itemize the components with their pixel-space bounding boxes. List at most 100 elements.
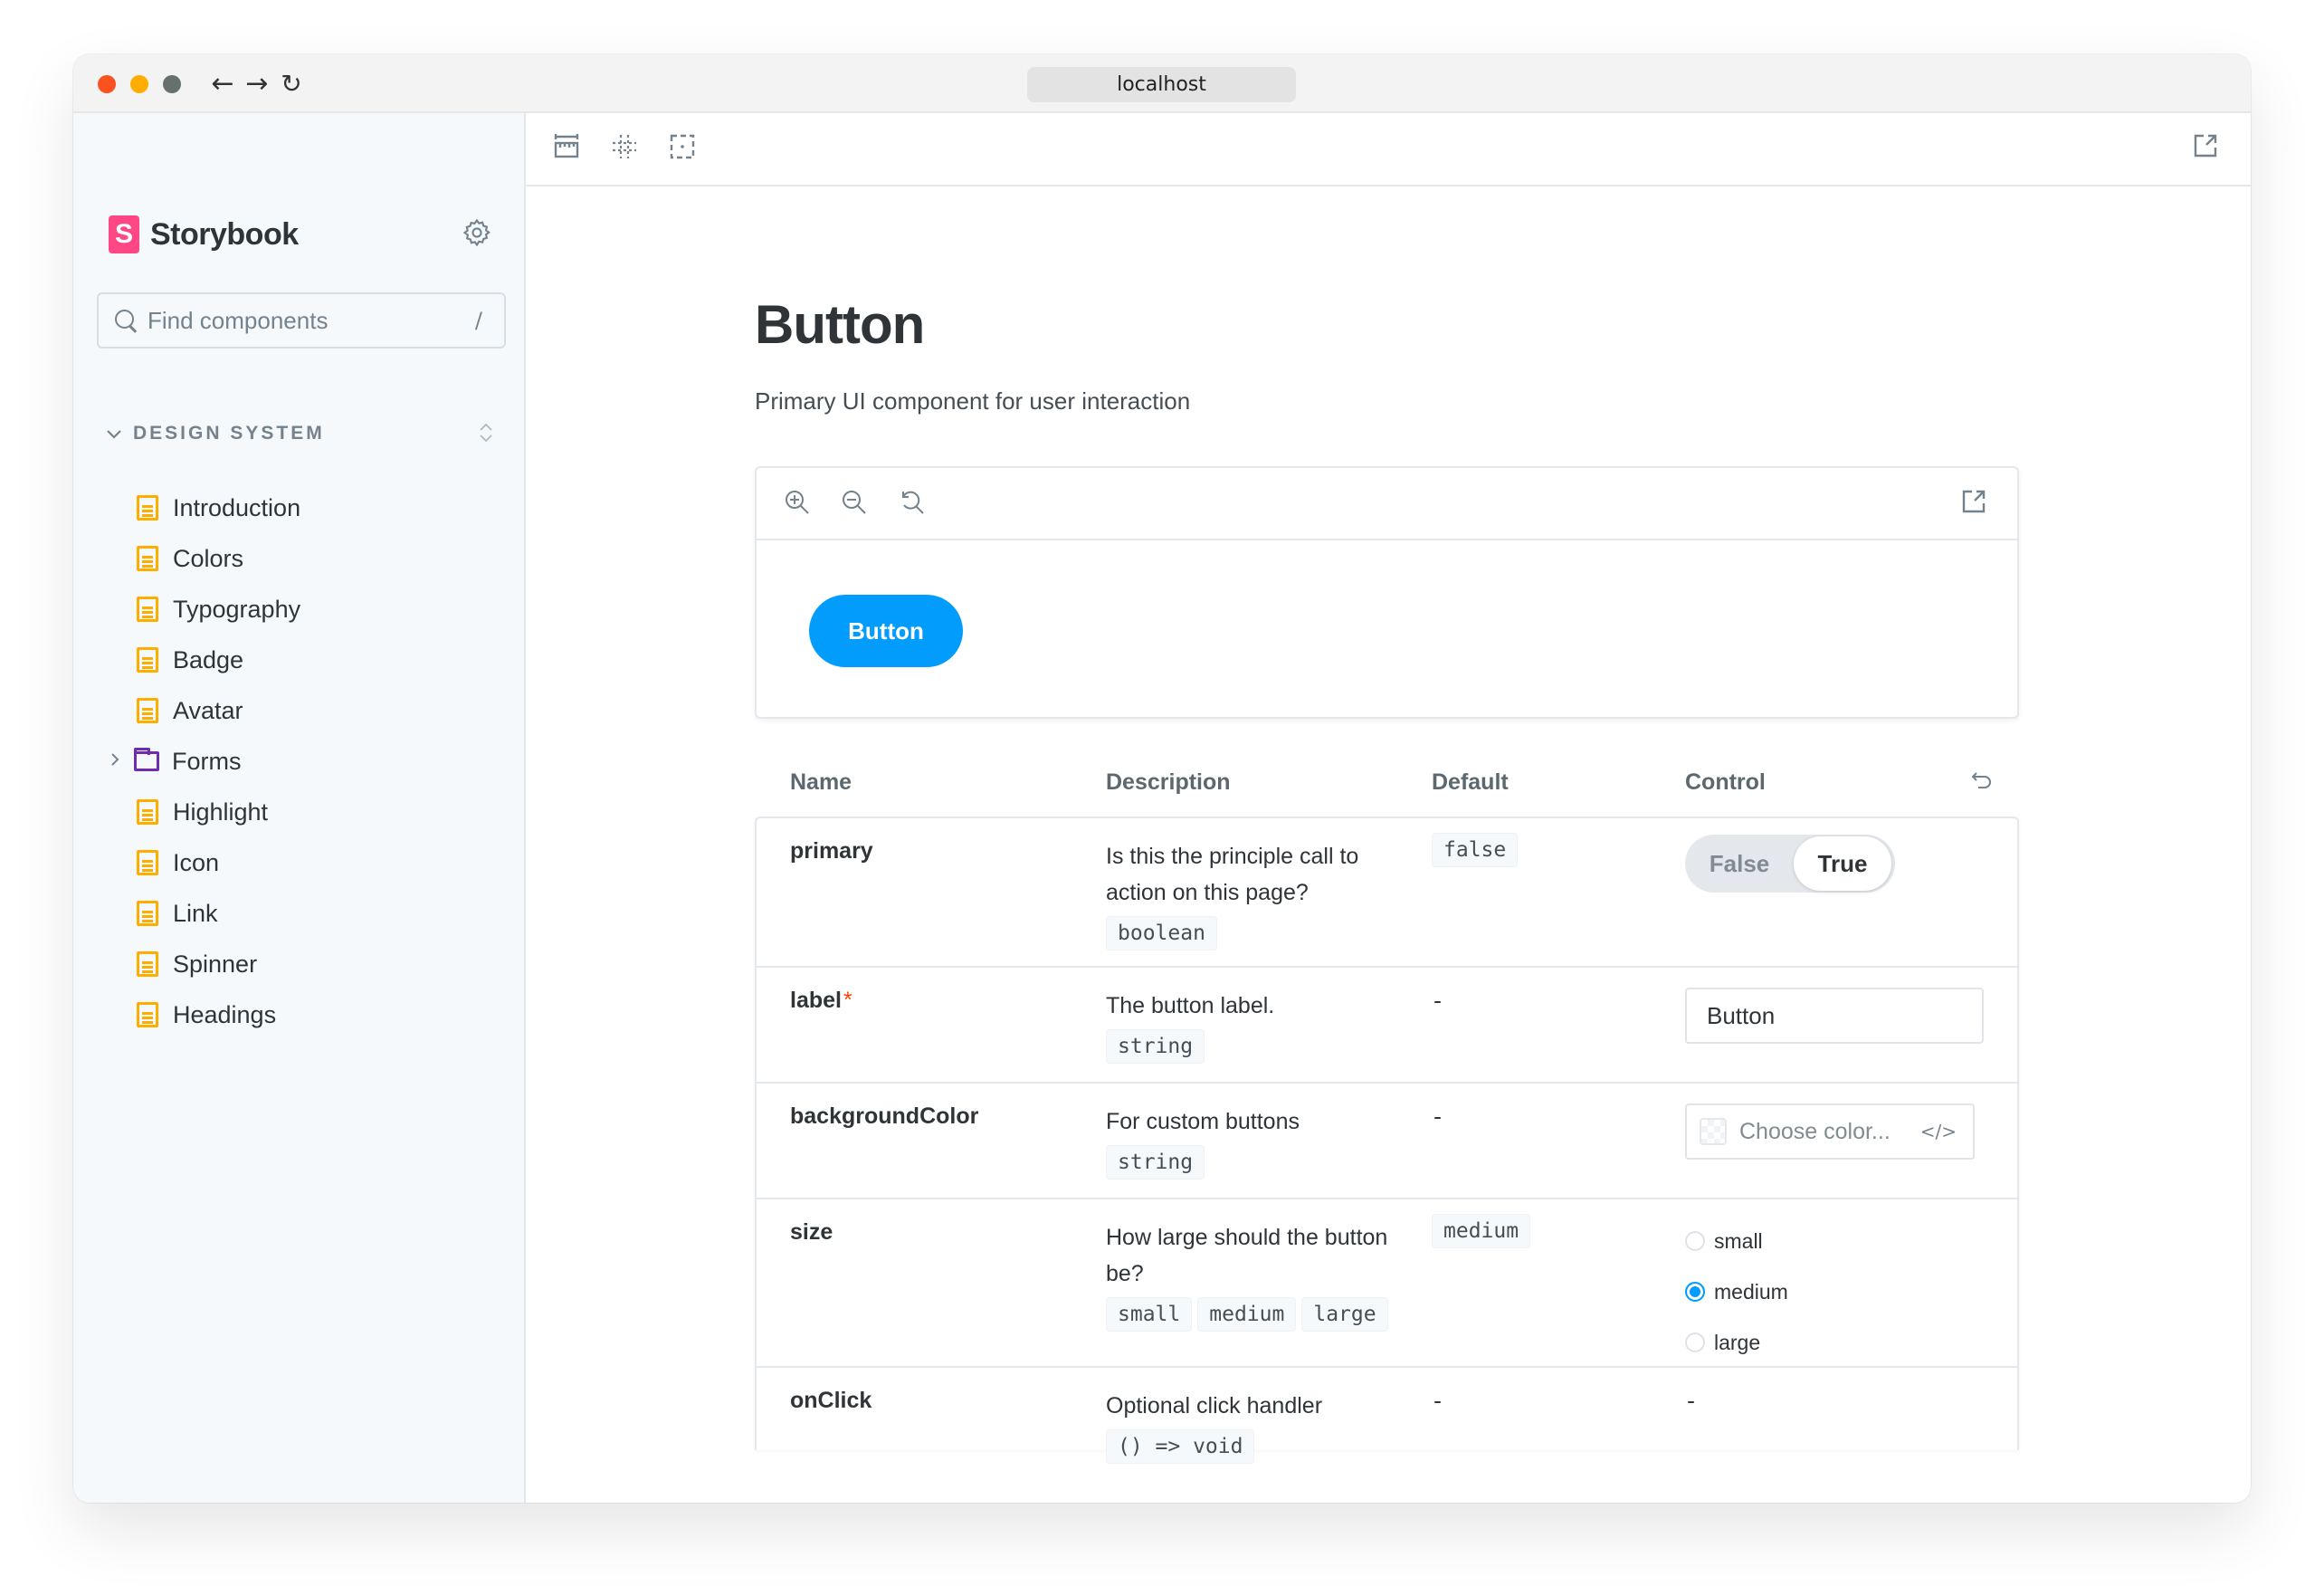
radio-button-selected[interactable] <box>1685 1282 1705 1302</box>
document-icon <box>137 495 158 521</box>
toggle-option-true[interactable]: True <box>1794 836 1891 891</box>
chevron-down-icon <box>106 423 122 444</box>
sidebar-tree: Introduction Colors Typography Badge Ava… <box>73 482 526 1040</box>
sidebar-item-headings[interactable]: Headings <box>73 989 526 1040</box>
document-icon <box>137 698 158 723</box>
open-canvas-icon[interactable] <box>1961 489 1990 518</box>
zoom-in-icon[interactable] <box>784 489 813 518</box>
zoom-out-icon[interactable] <box>841 489 870 518</box>
folder-icon <box>134 748 159 771</box>
sidebar-item-forms[interactable]: Forms <box>73 736 526 787</box>
radio-label: large <box>1714 1330 1761 1354</box>
toggle-option-false[interactable]: False <box>1685 836 1794 891</box>
arg-name: primary <box>790 838 873 864</box>
main-panel: Button Primary UI component for user int… <box>526 113 2251 1503</box>
type-tag: medium <box>1197 1297 1297 1332</box>
outline-icon[interactable] <box>669 133 700 164</box>
arg-description: How large should the button be? small med… <box>1106 1219 1414 1332</box>
maximize-window-button[interactable] <box>163 75 181 93</box>
radio-button[interactable] <box>1685 1231 1705 1251</box>
type-tag: string <box>1106 1145 1205 1180</box>
preview-toolbar <box>526 113 2251 186</box>
sidebar-item-label: Typography <box>173 595 301 623</box>
color-swatch[interactable] <box>1700 1118 1727 1145</box>
find-components-search[interactable]: / <box>97 292 506 349</box>
storybook-logo-icon: S <box>109 215 139 253</box>
sidebar-item-badge[interactable]: Badge <box>73 635 526 685</box>
open-in-new-tab-icon[interactable] <box>2193 133 2224 164</box>
sidebar-item-introduction[interactable]: Introduction <box>73 482 526 533</box>
sidebar-item-colors[interactable]: Colors <box>73 533 526 584</box>
arg-name: backgroundColor <box>790 1103 979 1129</box>
radio-option-small[interactable]: small <box>1685 1216 1788 1266</box>
args-table-body: primary Is this the principle call to ac… <box>755 817 2019 1464</box>
default-value: - <box>1433 1103 1443 1130</box>
demo-primary-button[interactable]: Button <box>809 595 963 667</box>
sidebar-item-avatar[interactable]: Avatar <box>73 685 526 736</box>
zoom-reset-icon[interactable] <box>899 489 928 518</box>
arg-name: size <box>790 1219 833 1245</box>
radio-option-medium[interactable]: medium <box>1685 1266 1788 1317</box>
control-none: - <box>1687 1388 1696 1414</box>
group-label: DESIGN SYSTEM <box>133 423 325 444</box>
sidebar-item-typography[interactable]: Typography <box>73 584 526 635</box>
storybook-brand[interactable]: S Storybook <box>109 215 299 254</box>
label-text-input[interactable] <box>1685 988 1984 1044</box>
arg-name: onClick <box>790 1388 872 1413</box>
sidebar-item-link[interactable]: Link <box>73 888 526 939</box>
measure-ruler-icon[interactable] <box>553 133 584 164</box>
sidebar-item-label: Avatar <box>173 696 243 724</box>
chevron-right-icon[interactable] <box>110 750 120 773</box>
sidebar-item-label: Headings <box>173 1000 277 1028</box>
sidebar-item-label: Colors <box>173 544 244 572</box>
header-default: Default <box>1432 769 1509 795</box>
header-name: Name <box>790 769 852 795</box>
document-icon <box>137 597 158 622</box>
arg-description-text: Optional click handler <box>1106 1393 1323 1418</box>
expand-collapse-icon[interactable] <box>477 421 495 447</box>
header-control: Control <box>1685 769 1766 795</box>
code-icon[interactable]: </> <box>1920 1121 1957 1142</box>
type-tag: boolean <box>1106 916 1217 950</box>
sidebar-item-icon[interactable]: Icon <box>73 837 526 888</box>
sidebar-item-spinner[interactable]: Spinner <box>73 939 526 989</box>
settings-gear-icon[interactable] <box>461 217 493 250</box>
size-radio-group: small medium large <box>1685 1216 1788 1368</box>
radio-button[interactable] <box>1685 1332 1705 1352</box>
sidebar-item-label: Badge <box>173 645 244 673</box>
canvas-toolbar <box>757 468 2017 540</box>
background-color-picker[interactable]: Choose color... </> <box>1685 1103 1975 1160</box>
sidebar-item-label: Icon <box>173 848 220 876</box>
arg-description-text: Is this the principle call to action on … <box>1106 844 1359 905</box>
arg-description-text: For custom buttons <box>1106 1109 1300 1134</box>
table-row: backgroundColor For custom buttons strin… <box>757 1084 2017 1199</box>
document-icon <box>137 951 158 977</box>
document-icon <box>137 799 158 825</box>
reset-controls-icon[interactable] <box>1970 769 1994 799</box>
type-tag: string <box>1106 1029 1205 1064</box>
forward-arrow-icon[interactable]: → <box>242 67 272 101</box>
type-tag: small <box>1106 1297 1193 1332</box>
component-description: Primary UI component for user interactio… <box>755 387 1191 415</box>
sidebar-item-highlight[interactable]: Highlight <box>73 787 526 837</box>
arg-name: label* <box>790 988 852 1014</box>
browser-window: ← → ↻ localhost S Storybook / DESIGN SYS… <box>73 54 2251 1503</box>
search-shortcut-hint: / <box>474 308 482 333</box>
back-arrow-icon[interactable]: ← <box>207 67 238 101</box>
close-window-button[interactable] <box>98 75 116 93</box>
required-asterisk: * <box>843 988 852 1013</box>
arg-description: Optional click handler () => void <box>1106 1388 1414 1464</box>
radio-option-large[interactable]: large <box>1685 1317 1788 1368</box>
primary-boolean-toggle[interactable]: False True <box>1685 835 1895 893</box>
address-bar[interactable]: localhost <box>1027 67 1296 102</box>
group-design-system[interactable]: DESIGN SYSTEM <box>106 419 495 448</box>
minimize-window-button[interactable] <box>130 75 148 93</box>
reload-icon[interactable]: ↻ <box>276 67 307 101</box>
document-icon <box>137 546 158 571</box>
args-table-header: Name Description Default Control <box>755 762 2019 813</box>
radio-label: medium <box>1714 1279 1788 1304</box>
grid-icon[interactable] <box>611 133 642 164</box>
search-input[interactable] <box>148 306 455 335</box>
document-icon <box>137 647 158 673</box>
default-value-tag: medium <box>1432 1214 1531 1248</box>
